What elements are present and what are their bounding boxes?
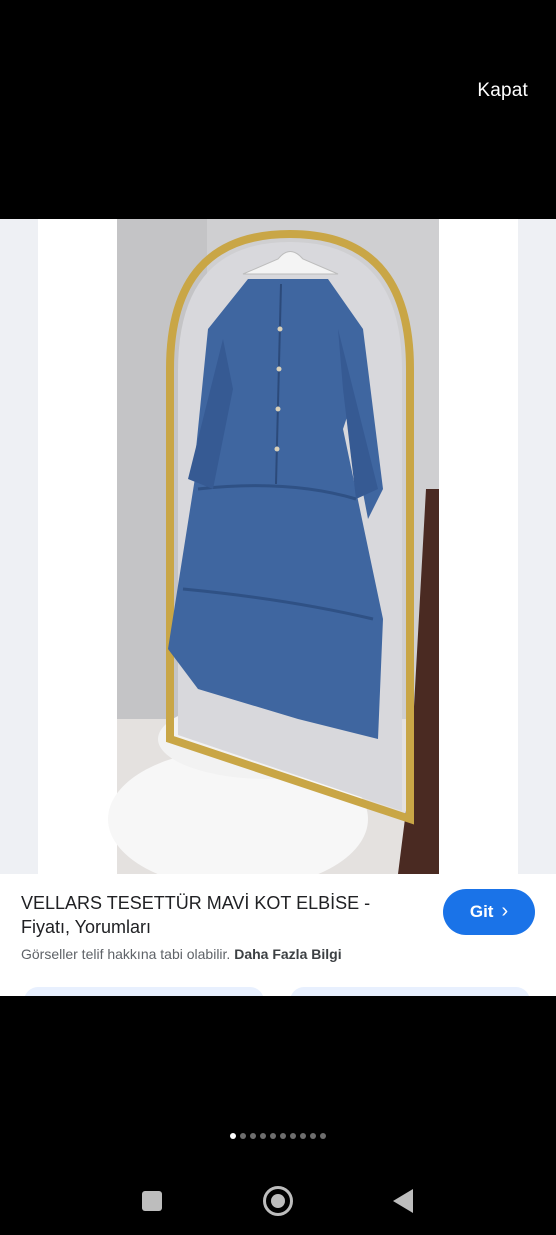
go-button[interactable]: Git › [443,889,535,935]
related-chip-2[interactable] [290,987,530,996]
more-info-link[interactable]: Daha Fazla Bilgi [234,946,341,962]
result-title[interactable]: VELLARS TESETTÜR MAVİ KOT ELBİSE - Fiyat… [21,891,421,939]
page-dot[interactable] [290,1133,296,1139]
page-dot[interactable] [310,1133,316,1139]
result-info-card: VELLARS TESETTÜR MAVİ KOT ELBİSE - Fiyat… [0,874,556,996]
page-dot[interactable] [270,1133,276,1139]
back-icon[interactable] [393,1189,413,1213]
system-nav-bar [0,1175,556,1225]
copyright-notice: Görseller telif hakkına tabi olabilir. D… [21,946,342,962]
recent-apps-icon[interactable] [142,1191,162,1211]
page-dot[interactable] [300,1133,306,1139]
page-dot[interactable] [260,1133,266,1139]
chevron-right-icon: › [501,900,509,922]
viewer-top-bar: Kapat [0,0,556,219]
page-dot[interactable] [320,1133,326,1139]
page-dot[interactable] [250,1133,256,1139]
related-chip-1[interactable] [24,987,264,996]
result-title-line-1: VELLARS TESETTÜR MAVİ KOT ELBİSE - [21,893,371,913]
result-title-line-2: Fiyatı, Yorumları [21,917,152,937]
page-dot[interactable] [280,1133,286,1139]
go-button-label: Git [469,902,494,921]
home-icon[interactable] [263,1186,293,1216]
copyright-text: Görseller telif hakkına tabi olabilir. [21,946,231,962]
close-button[interactable]: Kapat [477,80,528,102]
page-dot[interactable] [230,1133,236,1139]
dress-photo[interactable] [38,219,518,874]
image-viewer[interactable] [0,219,556,874]
page-indicator [0,1133,556,1139]
page-dot[interactable] [240,1133,246,1139]
